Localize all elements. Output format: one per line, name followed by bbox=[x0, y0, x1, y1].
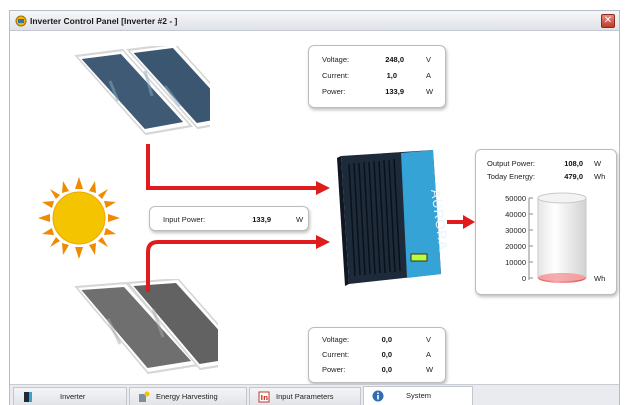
value-power-2: 0,0 bbox=[381, 365, 392, 374]
output-arrow bbox=[447, 215, 475, 229]
info-icon bbox=[372, 390, 384, 402]
unit-voltage: V bbox=[426, 55, 432, 64]
value-voltage-2: 0,0 bbox=[381, 335, 392, 344]
energy-gauge: 50000 40000 30000 20000 10000 0 Wh bbox=[476, 150, 618, 296]
gauge-tick-50000: 50000 bbox=[505, 194, 526, 203]
close-icon: ✕ bbox=[603, 15, 613, 26]
unit-voltage-2: V bbox=[426, 335, 432, 344]
value-voltage: 248,0 bbox=[385, 55, 404, 64]
value-current-2: 0,0 bbox=[381, 350, 392, 359]
gauge-axis bbox=[528, 197, 533, 280]
solar-panel-top bbox=[74, 46, 210, 136]
app-icon bbox=[15, 15, 27, 27]
label-voltage-2: Voltage: bbox=[322, 335, 350, 344]
label-power: Power: bbox=[322, 87, 346, 96]
unit-current-2: A bbox=[426, 350, 432, 359]
gauge-tick-20000: 20000 bbox=[505, 242, 526, 251]
tab-input-parameters-label: Input Parameters bbox=[276, 392, 334, 401]
unit-current: A bbox=[426, 71, 432, 80]
inverter-icon bbox=[24, 392, 32, 402]
tab-system[interactable]: System bbox=[363, 386, 473, 405]
tab-bar: Inverter Energy Harvesting In Input Para… bbox=[10, 384, 619, 405]
label-current-2: Current: bbox=[322, 350, 350, 359]
tab-inverter[interactable]: Inverter bbox=[13, 387, 127, 405]
unit-power-2: W bbox=[426, 365, 434, 374]
unit-input-power: W bbox=[296, 215, 304, 224]
inverter-device: AURORA bbox=[337, 150, 447, 286]
tab-energy-harvesting[interactable]: Energy Harvesting bbox=[129, 387, 247, 405]
svg-text:In: In bbox=[261, 394, 269, 402]
tab-input-parameters[interactable]: In Input Parameters bbox=[249, 387, 361, 405]
value-input-power: 133,9 bbox=[252, 215, 271, 224]
main-content: AURORA Voltage: 248,0 V Current: 1,0 A P… bbox=[10, 32, 619, 384]
tab-energy-harvesting-label: Energy Harvesting bbox=[156, 392, 218, 401]
input-parameters-icon: In bbox=[258, 391, 270, 403]
gauge-cylinder bbox=[537, 192, 587, 283]
gauge-unit: Wh bbox=[594, 274, 606, 283]
value-power: 133,9 bbox=[385, 87, 404, 96]
window-title: Inverter Control Panel [Inverter #2 - ] bbox=[30, 16, 178, 26]
close-button[interactable]: ✕ bbox=[601, 14, 615, 28]
value-current: 1,0 bbox=[386, 71, 397, 80]
unit-power: W bbox=[426, 87, 434, 96]
tab-system-label: System bbox=[406, 391, 432, 400]
gauge-tick-40000: 40000 bbox=[505, 210, 526, 219]
label-power-2: Power: bbox=[322, 365, 346, 374]
inverter-control-panel-window: Inverter Control Panel [Inverter #2 - ] … bbox=[9, 10, 620, 405]
energy-harvesting-icon bbox=[139, 391, 150, 402]
panel-string-1: Voltage: 248,0 V Current: 1,0 A Power: 1… bbox=[308, 45, 446, 108]
gauge-tick-0: 0 bbox=[521, 274, 526, 283]
label-input-power: Input Power: bbox=[163, 215, 206, 224]
label-current: Current: bbox=[322, 71, 350, 80]
title-bar: Inverter Control Panel [Inverter #2 - ] … bbox=[10, 11, 619, 31]
gauge-tick-30000: 30000 bbox=[505, 226, 526, 235]
panel-string-2: Voltage: 0,0 V Current: 0,0 A Power: 0,0… bbox=[308, 327, 446, 383]
tab-inverter-label: Inverter bbox=[60, 392, 86, 401]
label-voltage: Voltage: bbox=[322, 55, 350, 64]
gauge-tick-10000: 10000 bbox=[505, 258, 526, 267]
sun-icon bbox=[38, 177, 120, 259]
panel-output: Output Power: 108,0 W Today Energy: 479,… bbox=[475, 149, 617, 295]
panel-input-power: Input Power: 133,9 W bbox=[149, 206, 309, 231]
